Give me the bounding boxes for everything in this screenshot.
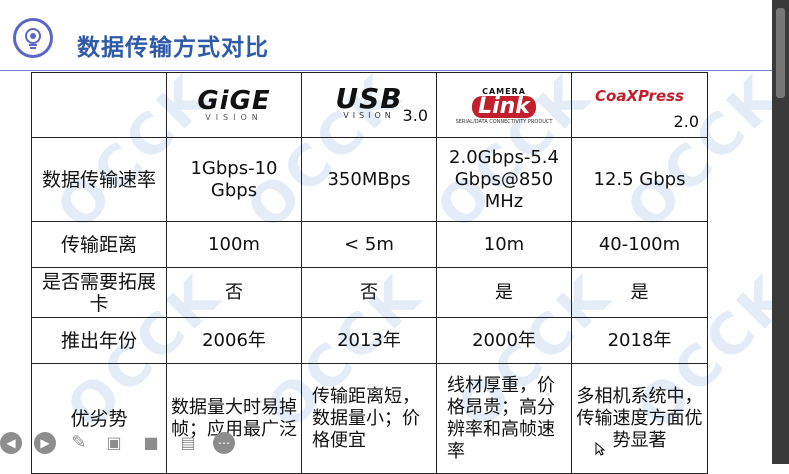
coaxpress-version: 2.0	[673, 112, 699, 131]
row-label: 传输距离	[31, 221, 167, 268]
cameralink-logo-sub: SERIAL/DATA CONNECTIVITY PRODUCT	[455, 119, 553, 125]
table-header-row: GiGE VISION USB VISION 3.0 CAMERA Link S…	[31, 72, 708, 138]
table-cell: 2000年	[436, 317, 572, 364]
gige-logo: GiGE	[197, 85, 271, 116]
brand-coaxpress-cell: CoaXPress 2.0	[571, 72, 708, 138]
pen-icon[interactable]: ✎	[68, 432, 90, 454]
play-icon[interactable]: ▶	[34, 432, 56, 454]
table-row: 传输距离 100m < 5m 10m 40-100m	[31, 221, 708, 268]
usb-version: 3.0	[402, 106, 428, 125]
row-label: 推出年份	[31, 317, 167, 364]
brand-gige-cell: GiGE VISION	[166, 72, 302, 138]
row-label: 数据传输速率	[31, 137, 167, 222]
table-row: 是否需要拓展卡 否 否 是 是	[31, 267, 708, 318]
presentation-toolbar: ◀ ▶ ✎ ▣ ■ ▤ ⋯	[0, 432, 240, 458]
more-icon[interactable]: ⋯	[213, 432, 235, 454]
scrollbar-thumb[interactable]	[776, 8, 785, 98]
coaxpress-logo: CoaXPress	[595, 87, 684, 105]
title-bar: 数据传输方式对比	[0, 6, 772, 71]
table-row: 推出年份 2006年 2013年 2000年 2018年	[31, 317, 708, 364]
prev-icon[interactable]: ◀	[0, 432, 22, 454]
row-label: 是否需要拓展卡	[31, 267, 167, 318]
table-cell: 是	[436, 267, 572, 318]
table-cell: 是	[571, 267, 708, 318]
table-cell: 传输距离短，数据量小；价格便宜	[301, 363, 437, 474]
table-cell: 10m	[436, 221, 572, 268]
side-scrollbar[interactable]	[772, 0, 789, 464]
table-cell: 1Gbps-10 Gbps	[166, 137, 302, 222]
slide: OCCK OCCK OCCK OCCK OCCK OCCK OCCK OCCK …	[0, 0, 789, 474]
brand-cameralink-cell: CAMERA Link SERIAL/DATA CONNECTIVITY PRO…	[436, 72, 572, 138]
table-cell: 40-100m	[571, 221, 708, 268]
table-cell: 2006年	[166, 317, 302, 364]
corner-cell	[31, 72, 167, 138]
screenshot-icon[interactable]: ▣	[103, 432, 125, 454]
table-cell: 12.5 Gbps	[571, 137, 708, 222]
table-cell: < 5m	[301, 221, 437, 268]
table-cell: 否	[166, 267, 302, 318]
cameralink-logo: Link	[472, 96, 536, 118]
table-cell: 2.0Gbps-5.4 Gbps@850 MHz	[436, 137, 572, 222]
table-cell: 2013年	[301, 317, 437, 364]
table-cell: 多相机系统中，传输速度方面优势显著	[571, 363, 708, 474]
page-title: 数据传输方式对比	[77, 35, 269, 61]
brand-usb-cell: USB VISION 3.0	[301, 72, 437, 138]
table-cell: 350MBps	[301, 137, 437, 222]
mouse-cursor-icon	[595, 442, 605, 456]
comment-icon[interactable]: ▤	[177, 432, 199, 454]
comparison-table: GiGE VISION USB VISION 3.0 CAMERA Link S…	[31, 72, 708, 474]
table-row: 数据传输速率 1Gbps-10 Gbps 350MBps 2.0Gbps-5.4…	[31, 137, 708, 222]
gige-logo-sub: VISION	[205, 112, 263, 122]
table-cell: 否	[301, 267, 437, 318]
camera-icon[interactable]: ■	[140, 432, 162, 454]
lightbulb-icon	[13, 18, 53, 58]
table-cell: 线材厚重，价格昂贵；高分辨率和高帧速率	[436, 363, 572, 474]
table-cell: 2018年	[571, 317, 708, 364]
table-cell: 100m	[166, 221, 302, 268]
